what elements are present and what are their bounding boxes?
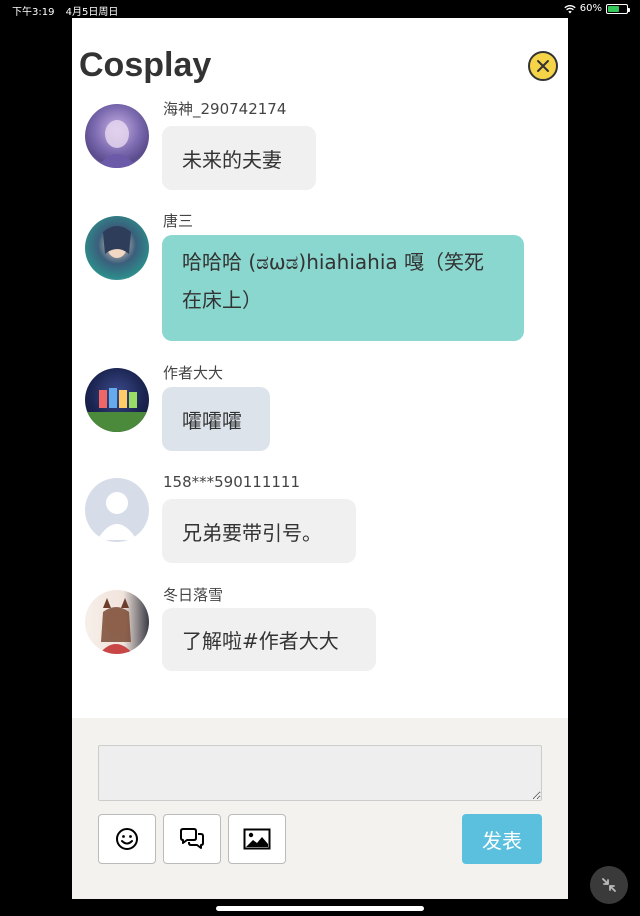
avatar-art	[85, 388, 149, 432]
send-label: 发表	[482, 828, 522, 853]
battery-percent: 60%	[579, 3, 602, 14]
avatar-art	[99, 598, 133, 654]
message-text-line: 哈哈哈 (ಡωಡ)hiahiahia 嘎（笑死	[182, 250, 485, 274]
avatar[interactable]	[85, 368, 149, 432]
emoji-icon	[116, 828, 138, 850]
comment-input[interactable]	[98, 745, 542, 801]
image-button[interactable]	[228, 814, 286, 864]
message-bubble: 未来的夫妻	[162, 126, 316, 190]
sender-name: 海神_290742174	[163, 100, 287, 118]
message-text: 未来的夫妻	[182, 147, 282, 172]
battery-level	[608, 5, 619, 12]
minimize-button[interactable]	[590, 866, 628, 904]
status-date: 4月5日周日	[65, 7, 119, 18]
dialog-title: Cosplay	[79, 46, 212, 84]
message-bubble: 嚯嚯嚯	[162, 387, 270, 451]
avatar[interactable]	[85, 104, 149, 168]
emoji-button[interactable]	[98, 814, 156, 864]
image-icon	[243, 828, 271, 850]
message-bubble: 兄弟要带引号。	[162, 499, 356, 563]
status-left: 下午3:19 4月5日周日	[12, 3, 118, 18]
message-text: 兄弟要带引号。	[182, 520, 322, 545]
message-text-line: 在床上）	[182, 288, 262, 312]
chat-button[interactable]	[163, 814, 221, 864]
home-indicator[interactable]	[216, 906, 424, 911]
status-bar: 下午3:19 4月5日周日 60%	[0, 0, 640, 18]
sender-name: 唐三	[163, 212, 194, 230]
send-button[interactable]: 发表	[462, 814, 542, 864]
close-icon	[537, 60, 549, 72]
message-bubble: 哈哈哈 (ಡωಡ)hiahiahia 嘎（笑死 在床上）	[162, 235, 524, 341]
avatar[interactable]	[85, 216, 149, 280]
wifi-icon	[564, 4, 576, 13]
default-avatar[interactable]	[85, 478, 149, 542]
composer-bar: 发表	[72, 718, 568, 899]
chat-bubbles-icon	[180, 828, 204, 849]
sender-name: 158***590111111	[163, 473, 301, 491]
status-time: 下午3:19	[12, 7, 55, 18]
avatar-art	[103, 226, 131, 258]
comment-dialog: Cosplay 海神_290742174 未来的夫妻 唐三 哈哈哈 (ಡωಡ)h…	[72, 18, 568, 899]
user-silhouette-icon	[97, 492, 137, 540]
status-right: 60%	[564, 3, 630, 14]
battery-icon	[606, 3, 630, 14]
close-button[interactable]	[528, 51, 558, 81]
avatar-art	[97, 120, 137, 168]
minimize-icon	[602, 878, 616, 892]
avatar[interactable]	[85, 590, 149, 654]
message-text: 了解啦#作者大大	[182, 629, 339, 653]
message-text: 嚯嚯嚯	[182, 408, 242, 433]
message-bubble: 了解啦#作者大大	[162, 608, 376, 671]
sender-name: 冬日落雪	[163, 586, 224, 604]
sender-name: 作者大大	[163, 364, 224, 382]
